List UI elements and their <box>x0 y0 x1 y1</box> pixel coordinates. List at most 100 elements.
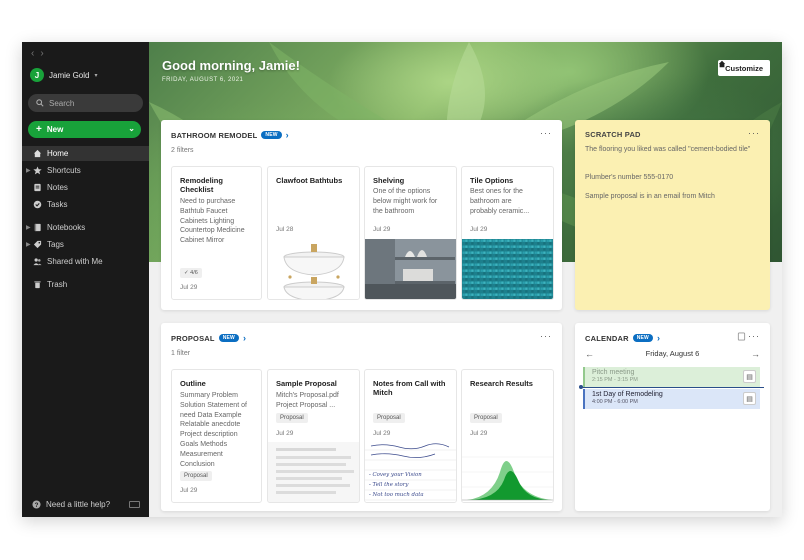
new-label: New <box>46 125 64 134</box>
note-date: Jul 28 <box>276 226 294 233</box>
widget-title: SCRATCH PAD <box>585 130 641 139</box>
calendar-day-label: Friday, August 6 <box>645 349 700 358</box>
chevron-down-icon[interactable]: ⌄ <box>128 124 135 133</box>
sidebar-item-label: Trash <box>47 280 68 289</box>
trash-icon <box>34 281 41 289</box>
sidebar-item-label: Shared with Me <box>47 257 103 266</box>
sidebar-item-notes[interactable]: Notes <box>22 180 149 195</box>
arrow-right-icon[interactable]: → <box>751 349 760 359</box>
history-nav: ‹› <box>31 48 50 59</box>
account-menu[interactable]: J Jamie Gold ▾ <box>30 68 97 82</box>
snippet-line: Relatable anecdote <box>180 421 241 429</box>
search-input[interactable]: Search <box>28 94 143 112</box>
snippet-line: Best ones for the <box>470 188 523 195</box>
more-options-icon[interactable]: ··· <box>540 331 552 341</box>
note-card[interactable]: Clawfoot Bathtubs Jul 28 <box>267 166 360 300</box>
widget-title: CALENDAR <box>585 333 629 343</box>
filter-count[interactable]: 2 filters <box>171 147 194 154</box>
snippet-line: Mitch's Proposal.pdf <box>276 392 339 399</box>
note-icon[interactable]: ▤ <box>743 370 756 383</box>
current-date: FRIDAY, AUGUST 6, 2021 <box>162 77 244 83</box>
snippet-line: below might work for <box>373 197 438 205</box>
snippet-line: probably ceramic... <box>470 207 530 215</box>
note-card[interactable]: Tile Options Best ones for the bathroom … <box>461 166 554 300</box>
greeting-title: Good morning, Jamie! <box>162 58 300 73</box>
search-placeholder: Search <box>49 98 75 108</box>
shelving-image <box>365 239 456 299</box>
home-dashboard: Good morning, Jamie! FRIDAY, AUGUST 6, 2… <box>149 42 782 517</box>
handwritten-notes-image: - Covey your Vision - Tell the story - N… <box>365 442 456 502</box>
sidebar-item-home[interactable]: Home <box>22 146 149 161</box>
calendar-event[interactable]: Pitch meeting 2:15 PM - 3:15 PM ▤ <box>583 367 760 387</box>
sidebar-item-label: Notebooks <box>47 223 86 232</box>
back-arrow-icon[interactable]: ‹ <box>31 48 40 59</box>
widget-header: SCRATCH PAD <box>585 130 641 139</box>
calendar-event[interactable]: 1st Day of Remodeling 4:00 PM - 6:00 PM … <box>583 389 760 409</box>
sidebar-item-label: Tags <box>47 240 64 249</box>
event-title: Pitch meeting <box>592 369 635 376</box>
widget-header[interactable]: PROPOSAL NEW › <box>171 333 246 343</box>
snippet-line: Project Proposal ... <box>276 401 336 409</box>
new-button[interactable]: + New ⌄ <box>28 121 141 138</box>
more-options-icon[interactable]: ··· <box>748 128 760 138</box>
note-card[interactable]: Remodeling Checklist Need to purchase Ba… <box>171 166 262 300</box>
note-card[interactable]: Shelving One of the options below might … <box>364 166 457 300</box>
widget-header[interactable]: BATHROOM REMODEL NEW › <box>171 130 289 140</box>
people-icon <box>33 258 42 266</box>
help-link[interactable]: ? Need a little help? <box>32 500 110 509</box>
note-snippet: Summary Problem Solution Statement of ne… <box>180 391 255 469</box>
tag-chip[interactable]: Proposal <box>373 413 405 423</box>
more-options-icon[interactable]: ··· <box>748 331 760 341</box>
chevron-right-icon[interactable]: › <box>286 130 289 140</box>
forward-arrow-icon[interactable]: › <box>40 48 49 59</box>
note-card[interactable]: Notes from Call with Mitch Proposal Jul … <box>364 369 457 503</box>
customize-button[interactable]: Customize <box>718 60 770 76</box>
home-icon <box>33 149 42 158</box>
scratch-line: The flooring you liked was called "cemen… <box>585 146 751 153</box>
expand-caret-icon[interactable]: ▶ <box>26 224 31 231</box>
snippet-line: the bathroom <box>373 207 415 215</box>
note-date: Jul 29 <box>470 226 488 233</box>
note-snippet: Need to purchase Bathtub Faucet Cabinets… <box>180 197 255 246</box>
note-add-icon[interactable]: ▤ <box>743 392 756 405</box>
sidebar-item-tasks[interactable]: Tasks <box>22 197 149 212</box>
note-card[interactable]: Outline Summary Problem Solution Stateme… <box>171 369 262 503</box>
note-title: Shelving <box>373 176 405 185</box>
tag-chip[interactable]: Proposal <box>180 471 212 481</box>
snippet-line: bathroom are <box>470 197 512 205</box>
tag-icon <box>33 240 42 249</box>
note-date: Jul 29 <box>373 226 391 233</box>
plus-icon: + <box>36 124 42 135</box>
sidebar-item-notebooks[interactable]: ▶ Notebooks <box>22 220 149 235</box>
sidebar-item-shortcuts[interactable]: ▶ Shortcuts <box>22 163 149 178</box>
star-icon <box>33 166 42 175</box>
tag-chip[interactable]: Proposal <box>276 413 308 423</box>
help-icon: ? <box>32 500 41 509</box>
note-card[interactable]: Research Results Proposal Jul 29 <box>461 369 554 503</box>
tile-mosaic-image <box>462 239 553 299</box>
widget-header[interactable]: CALENDAR NEW › <box>585 333 660 343</box>
note-title: Tile Options <box>470 176 514 185</box>
sidebar-item-tags[interactable]: ▶ Tags <box>22 237 149 252</box>
expand-caret-icon[interactable]: ▶ <box>26 241 31 248</box>
tag-chip[interactable]: Proposal <box>470 413 502 423</box>
sidebar-item-shared[interactable]: Shared with Me <box>22 254 149 269</box>
sidebar-item-label: Home <box>47 149 69 158</box>
note-snippet: Best ones for the bathroom are probably … <box>470 187 547 216</box>
scratch-pad-widget[interactable]: SCRATCH PAD ··· The flooring you liked w… <box>575 120 770 310</box>
scratch-line: Plumber's number 555-0170 <box>585 174 674 181</box>
new-note-icon[interactable] <box>737 332 746 341</box>
calendar-day-nav: ← Friday, August 6 → <box>575 349 770 361</box>
more-options-icon[interactable]: ··· <box>540 128 552 138</box>
user-name: Jamie Gold <box>49 70 90 80</box>
task-progress: 4/6 <box>190 270 198 276</box>
expand-caret-icon[interactable]: ▶ <box>26 167 31 174</box>
chevron-right-icon[interactable]: › <box>657 333 660 343</box>
filter-count[interactable]: 1 filter <box>171 350 190 357</box>
note-card[interactable]: Sample Proposal Mitch's Proposal.pdf Pro… <box>267 369 360 503</box>
avatar: J <box>30 68 44 82</box>
sidebar: ‹› J Jamie Gold ▾ Search + New ⌄ Home ▶ … <box>22 42 149 517</box>
keyboard-icon[interactable] <box>129 501 140 508</box>
chevron-right-icon[interactable]: › <box>243 333 246 343</box>
sidebar-item-trash[interactable]: Trash <box>22 277 149 292</box>
